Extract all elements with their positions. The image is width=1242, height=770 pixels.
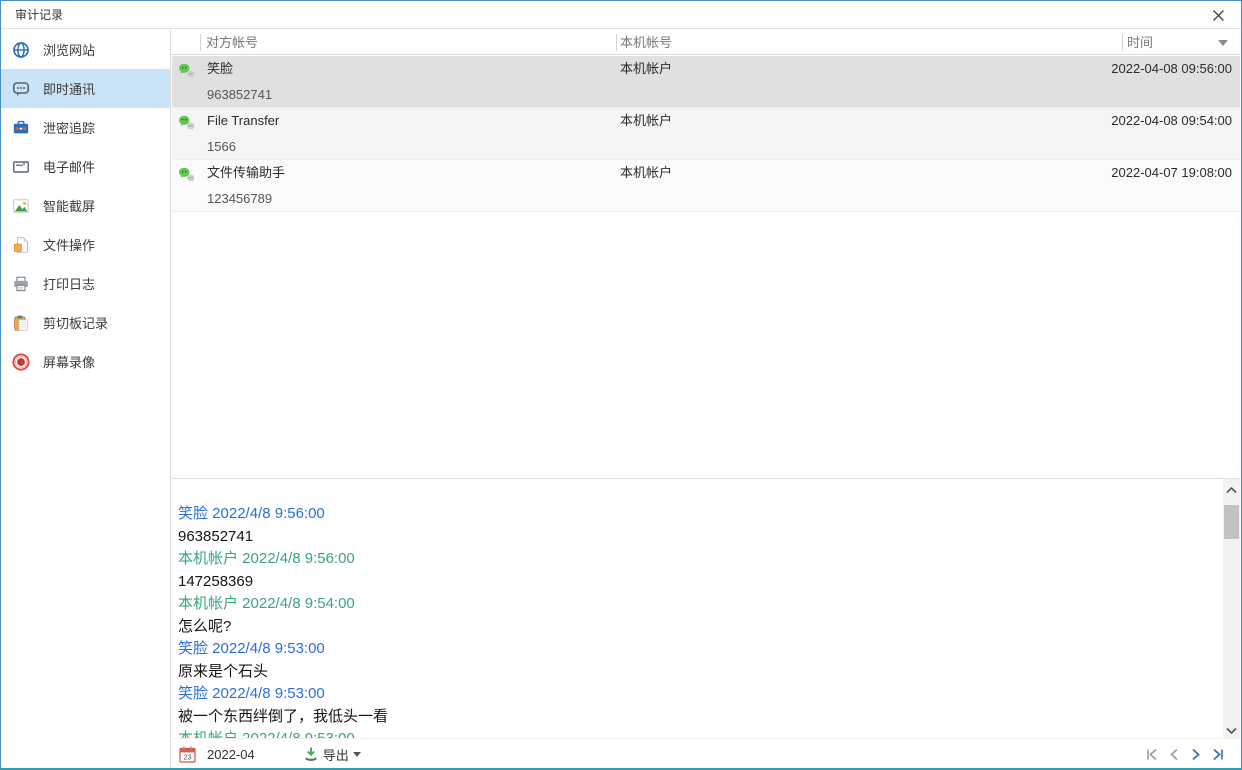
time-sort-arrow-icon[interactable]	[1218, 40, 1228, 46]
wechat-icon	[178, 114, 195, 131]
column-separator	[200, 34, 201, 51]
table-row[interactable]: File Transfer 1566 本机帐户 2022-04-08 09:54:00	[172, 108, 1240, 160]
chat-scrollbar[interactable]	[1223, 479, 1240, 741]
record-time: 2022-04-08 09:54:00	[1111, 113, 1232, 129]
date-picker-button[interactable]: 23	[178, 745, 197, 764]
file-icon	[12, 236, 30, 254]
peer-account: 963852741	[207, 87, 272, 103]
column-separator	[1122, 34, 1123, 51]
screenshot-icon	[12, 197, 30, 215]
message-text: 原来是个石头	[178, 661, 1216, 684]
scroll-up-icon[interactable]	[1223, 481, 1240, 498]
leak-trace-icon	[12, 119, 30, 137]
message-header: 笑脸 2022/4/8 9:53:00	[178, 638, 1216, 661]
sidebar: 浏览网站即时通讯泄密追踪电子邮件智能截屏文件操作打印日志剪切板记录屏幕录像	[1, 30, 171, 768]
sidebar-item-label: 即时通讯	[43, 79, 95, 98]
message-header: 笑脸 2022/4/8 9:53:00	[178, 683, 1216, 706]
column-separator	[616, 34, 617, 51]
sidebar-item-8[interactable]: 剪切板记录	[1, 303, 170, 342]
peer-account: 1566	[207, 139, 236, 155]
table-row[interactable]: 文件传输助手 123456789 本机帐户 2022-04-07 19:08:00	[172, 160, 1240, 212]
sidebar-item-9[interactable]: 屏幕录像	[1, 342, 170, 381]
sidebar-item-label: 文件操作	[43, 235, 95, 254]
sidebar-item-label: 电子邮件	[43, 157, 95, 176]
sidebar-item-7[interactable]: 打印日志	[1, 264, 170, 303]
record-icon	[12, 353, 30, 371]
next-page-button[interactable]	[1188, 746, 1204, 762]
scroll-down-icon[interactable]	[1223, 722, 1240, 739]
export-dropdown-caret-icon	[353, 752, 361, 757]
sidebar-item-label: 屏幕录像	[43, 352, 95, 371]
sidebar-item-label: 泄密追踪	[43, 118, 95, 137]
export-button[interactable]: 导出	[303, 745, 361, 764]
sidebar-item-5[interactable]: 智能截屏	[1, 186, 170, 225]
message-header: 本机帐户 2022/4/8 9:56:00	[178, 548, 1216, 571]
column-header-local-account[interactable]: 本机帐号	[620, 30, 672, 55]
table-row[interactable]: 笑脸 963852741 本机帐户 2022-04-08 09:56:00	[172, 56, 1240, 108]
sidebar-item-label: 智能截屏	[43, 196, 95, 215]
column-header-peer-account[interactable]: 对方帐号	[206, 30, 258, 55]
close-button[interactable]	[1195, 1, 1241, 29]
message-text: 被一个东西绊倒了，我低头一看	[178, 706, 1216, 729]
chat-preview-panel: 笑脸 2022/4/8 9:56:00963852741本机帐户 2022/4/…	[172, 479, 1240, 741]
sidebar-item-4[interactable]: 电子邮件	[1, 147, 170, 186]
sidebar-item-2[interactable]: 即时通讯	[1, 69, 170, 108]
last-page-button[interactable]	[1210, 746, 1226, 762]
message-header: 笑脸 2022/4/8 9:56:00	[178, 503, 1216, 526]
main-panel: 对方帐号 本机帐号 时间 笑脸 963852741 本机帐户 2022-04-08 0…	[172, 30, 1240, 768]
globe-icon	[12, 41, 30, 59]
local-account: 本机帐户	[620, 113, 672, 129]
calendar-icon: 23	[178, 745, 197, 764]
close-icon	[1212, 9, 1225, 22]
sidebar-item-1[interactable]: 浏览网站	[1, 30, 170, 69]
sidebar-item-label: 打印日志	[43, 274, 95, 293]
peer-account: 123456789	[207, 191, 272, 207]
chat-bubble-icon	[12, 80, 30, 98]
wechat-icon	[178, 166, 195, 183]
peer-name: 笑脸	[207, 61, 233, 77]
printer-icon	[12, 275, 30, 293]
mail-icon	[12, 158, 30, 176]
download-icon	[303, 746, 319, 762]
first-page-button[interactable]	[1144, 746, 1160, 762]
local-account: 本机帐户	[620, 61, 672, 77]
local-account: 本机帐户	[620, 165, 672, 181]
sidebar-item-label: 浏览网站	[43, 40, 95, 59]
audit-record-window: 审计记录 浏览网站即时通讯泄密追踪电子邮件智能截屏文件操作打印日志剪切板记录屏幕…	[0, 0, 1242, 770]
title-bar: 审计记录	[1, 1, 1241, 29]
previous-page-button[interactable]	[1166, 746, 1182, 762]
table-header: 对方帐号 本机帐号 时间	[172, 30, 1240, 55]
window-title: 审计记录	[15, 1, 63, 29]
sidebar-item-6[interactable]: 文件操作	[1, 225, 170, 264]
message-header: 本机帐户 2022/4/8 9:54:00	[178, 593, 1216, 616]
chat-messages: 笑脸 2022/4/8 9:56:00963852741本机帐户 2022/4/…	[178, 503, 1216, 741]
message-text: 963852741	[178, 526, 1216, 549]
message-text: 147258369	[178, 571, 1216, 594]
sidebar-item-3[interactable]: 泄密追踪	[1, 108, 170, 147]
date-value[interactable]: 2022-04	[207, 747, 255, 762]
table-rows: 笑脸 963852741 本机帐户 2022-04-08 09:56:00 File T…	[172, 56, 1240, 212]
export-label: 导出	[323, 745, 349, 764]
column-header-time[interactable]: 时间	[1127, 30, 1153, 55]
record-time: 2022-04-08 09:56:00	[1111, 61, 1232, 77]
record-time: 2022-04-07 19:08:00	[1111, 165, 1232, 181]
sidebar-item-label: 剪切板记录	[43, 313, 108, 332]
clipboard-icon	[12, 314, 30, 332]
message-text: 怎么呢?	[178, 616, 1216, 639]
footer-bar: 23 2022-04 导出	[172, 738, 1240, 768]
peer-name: File Transfer	[207, 113, 279, 129]
scrollbar-thumb[interactable]	[1224, 505, 1239, 539]
svg-text:23: 23	[184, 752, 192, 761]
peer-name: 文件传输助手	[207, 165, 285, 181]
wechat-icon	[178, 62, 195, 79]
